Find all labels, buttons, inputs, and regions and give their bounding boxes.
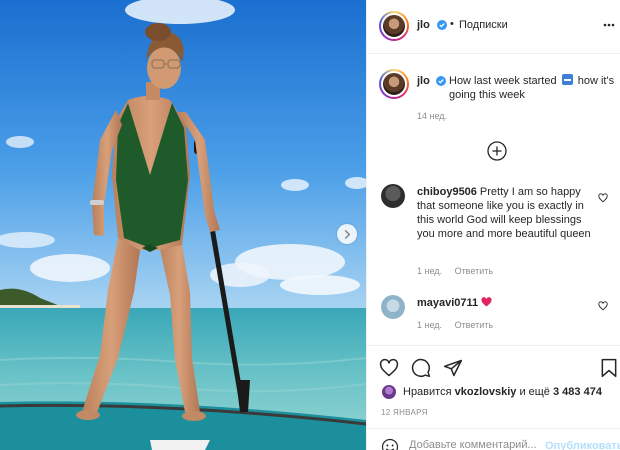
chevron-right-icon: [344, 229, 350, 239]
post-comment-button[interactable]: Опубликовать: [545, 440, 620, 450]
likes-summary: Нравится vkozlovskiy и ещё 3 483 474: [403, 386, 602, 398]
heart-outline-icon[interactable]: [598, 193, 608, 203]
comment-meta: 1 нед. Ответить: [417, 320, 503, 330]
commenter-avatar[interactable]: [381, 295, 405, 319]
arrow-emoji-icon: [561, 74, 573, 85]
reply-button[interactable]: Ответить: [455, 320, 493, 330]
separator-dot: •: [450, 18, 454, 30]
following-button[interactable]: Подписки: [459, 19, 508, 31]
author-username[interactable]: jlo: [417, 19, 430, 31]
comment-text: chiboy9506 Pretty I am so happy that some…: [417, 185, 595, 241]
heart-outline-icon[interactable]: [598, 301, 608, 311]
comment-meta: 1 нед. Ответить: [417, 266, 503, 276]
paper-plane-icon[interactable]: [443, 358, 463, 378]
likes-count[interactable]: 3 483 474: [553, 386, 602, 398]
author-avatar[interactable]: [379, 11, 409, 41]
post-header: jlo • Подписки: [367, 0, 620, 54]
caption-username[interactable]: jlo: [417, 75, 430, 87]
caption-text: How last week started how it's going thi…: [449, 74, 617, 102]
add-comment-bar: Опубликовать: [367, 428, 620, 450]
commenter-username[interactable]: chiboy9506: [417, 186, 477, 198]
comment-timestamp[interactable]: 1 нед.: [417, 320, 442, 330]
comment-timestamp[interactable]: 1 нед.: [417, 266, 442, 276]
caption-timestamp[interactable]: 14 нед.: [417, 111, 447, 121]
smiley-icon[interactable]: [381, 438, 399, 450]
red-heart-emoji-icon: [481, 297, 492, 307]
caption-author-avatar[interactable]: [379, 69, 409, 99]
post-side-panel: jlo • Подписки jlo How last week started…: [366, 0, 620, 450]
next-photo-button[interactable]: [337, 224, 357, 244]
liker-username[interactable]: vkozlovskiy: [455, 386, 517, 398]
verified-badge-icon: [437, 20, 447, 30]
verified-badge-icon: [436, 76, 446, 86]
likes-conjunction: и ещё: [519, 386, 550, 398]
post-date[interactable]: 12 ЯНВАРЯ: [381, 408, 428, 417]
speech-bubble-icon[interactable]: [411, 358, 431, 378]
heart-outline-icon[interactable]: [379, 358, 399, 378]
comment-text: mayavi0711: [417, 296, 595, 310]
plus-circle-icon[interactable]: [487, 141, 507, 161]
more-options-icon[interactable]: [603, 23, 615, 27]
comment-input[interactable]: [409, 439, 539, 450]
likes-prefix: Нравится: [403, 386, 452, 398]
photo-image: [0, 0, 366, 450]
bookmark-icon[interactable]: [599, 358, 619, 378]
commenter-username[interactable]: mayavi0711: [417, 297, 478, 309]
reply-button[interactable]: Ответить: [455, 266, 493, 276]
commenter-avatar[interactable]: [381, 184, 405, 208]
liker-avatar[interactable]: [381, 384, 397, 400]
post-photo[interactable]: [0, 0, 366, 450]
caption-text-start: How last week started: [449, 75, 557, 87]
